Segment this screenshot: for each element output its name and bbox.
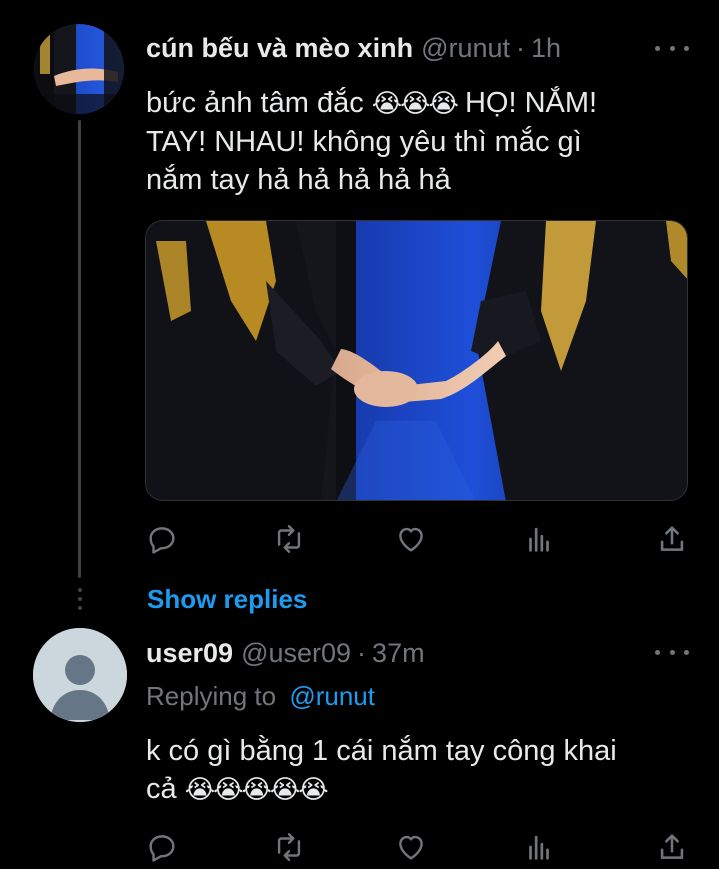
analytics-icon[interactable] (522, 830, 556, 864)
user-handle[interactable]: @user09 (241, 638, 351, 669)
tweet-header: user09 @user09 · 37m (146, 638, 425, 669)
tweet-text-segment: cả (146, 773, 177, 805)
tweet-text-line: nắm tay hả hả hả hả hả (146, 164, 451, 196)
crying-emoji-icon: 😭😭😭 (371, 89, 459, 119)
share-icon[interactable] (655, 830, 689, 864)
thread-dots (77, 588, 82, 610)
photo-holding-hands-icon (146, 221, 687, 500)
display-name[interactable]: user09 (146, 638, 233, 669)
avatar[interactable] (34, 24, 124, 114)
reply-icon[interactable] (145, 522, 179, 556)
tweet-actions (145, 522, 690, 562)
timestamp[interactable]: 37m (372, 638, 425, 669)
tweet-text: k có gì bằng 1 cái nắm tay công khai cả … (146, 732, 706, 809)
crying-emoji-icon: 😭😭😭😭😭 (184, 775, 329, 805)
tweet-original[interactable]: cún bếu và mèo xinh @runut · 1h bức ảnh … (0, 0, 719, 580)
tweet-text: bức ảnh tâm đắc 😭😭😭 HỌ! NẮM! TAY! NHAU! … (146, 84, 706, 199)
show-replies-link[interactable]: Show replies (147, 584, 307, 615)
separator: · (516, 33, 526, 63)
replying-to: Replying to @runut (146, 681, 375, 712)
tweet-media-image[interactable] (145, 220, 688, 501)
like-icon[interactable] (394, 830, 428, 864)
tweet-text-line: bức ảnh tâm đắc 😭😭😭 HỌ! NẮM! (146, 84, 706, 123)
separator: · (357, 638, 367, 668)
tweet-text-line: k có gì bằng 1 cái nắm tay công khai (146, 735, 617, 767)
like-icon[interactable] (394, 522, 428, 556)
replying-to-label: Replying to (146, 681, 277, 711)
analytics-icon[interactable] (522, 522, 556, 556)
tweet-actions (145, 830, 690, 869)
tweet-text-segment: HỌ! NẮM! (464, 87, 598, 119)
more-options-icon[interactable] (655, 642, 689, 662)
timestamp[interactable]: 1h (531, 33, 561, 64)
share-icon[interactable] (655, 522, 689, 556)
avatar[interactable] (33, 628, 127, 722)
tweet-text-line: cả 😭😭😭😭😭 (146, 770, 706, 809)
replying-to-handle[interactable]: @runut (289, 681, 375, 711)
tweet-header: cún bếu và mèo xinh @runut · 1h (146, 33, 561, 64)
avatar-photo-icon (34, 24, 124, 114)
tweet-text-segment: bức ảnh tâm đắc (146, 87, 364, 119)
display-name[interactable]: cún bếu và mèo xinh (146, 33, 413, 64)
more-options-icon[interactable] (655, 38, 689, 58)
tweet-text-line: TAY! NHAU! không yêu thì mắc gì (146, 126, 582, 158)
retweet-icon[interactable] (272, 830, 306, 864)
default-avatar-icon (33, 628, 127, 722)
reply-icon[interactable] (145, 830, 179, 864)
user-handle[interactable]: @runut (421, 33, 510, 64)
retweet-icon[interactable] (272, 522, 306, 556)
